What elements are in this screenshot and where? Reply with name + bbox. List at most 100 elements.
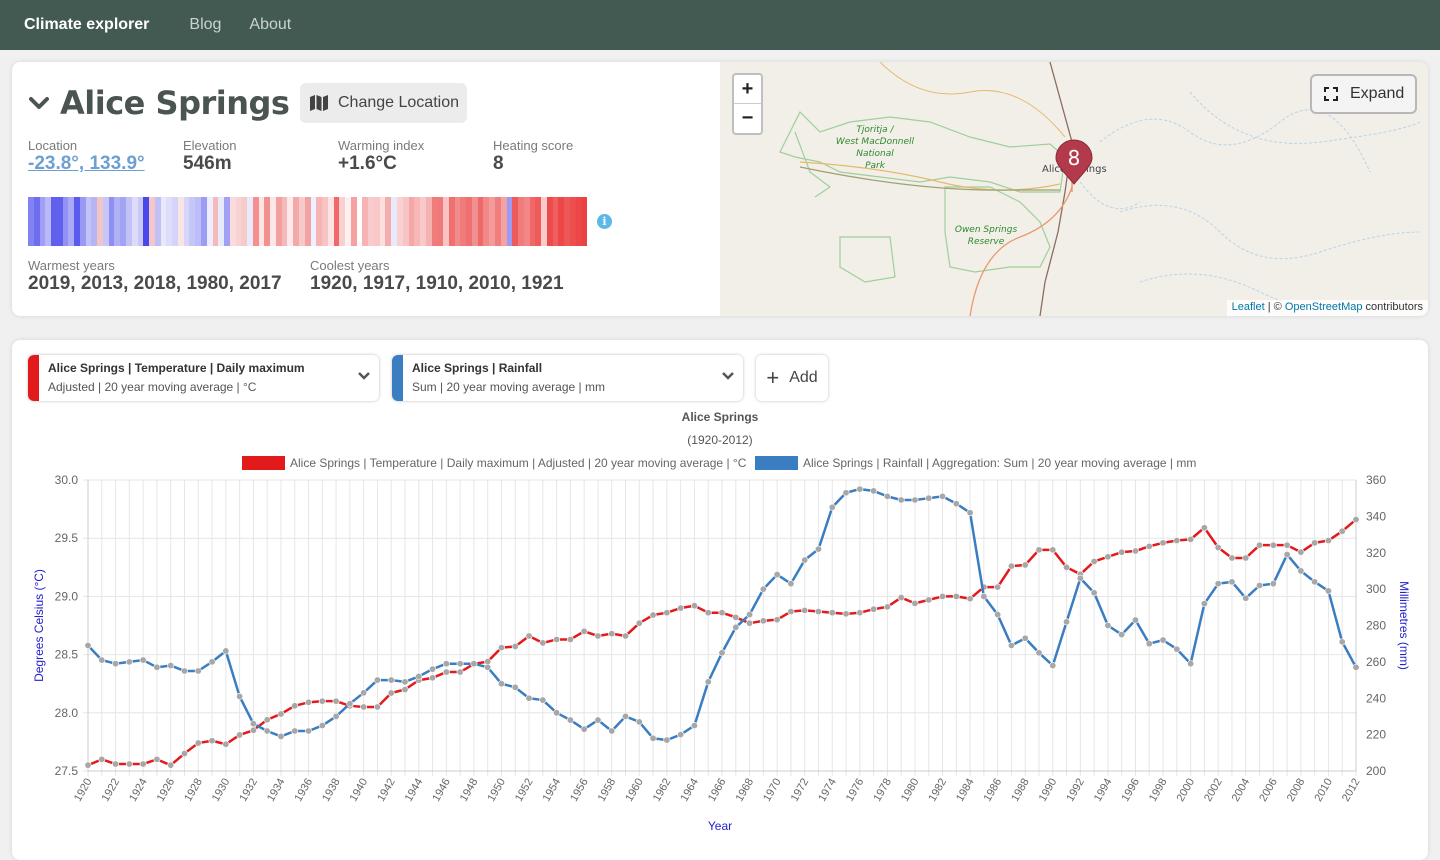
y-left-tick-label: 29.0 — [55, 589, 79, 603]
osm-link[interactable]: OpenStreetMap — [1285, 301, 1363, 313]
data-point-rainfall — [194, 667, 202, 675]
data-point-temperature — [1118, 548, 1126, 556]
nav-link-blog[interactable]: Blog — [189, 16, 221, 34]
data-point-temperature — [883, 603, 891, 611]
chevron-down-icon[interactable] — [28, 92, 50, 114]
data-point-temperature — [1090, 557, 1098, 565]
data-point-rainfall — [167, 662, 175, 670]
data-point-temperature — [608, 630, 616, 638]
y-right-tick-label: 340 — [1366, 509, 1386, 523]
data-point-temperature — [870, 605, 878, 613]
data-point-temperature — [511, 642, 519, 650]
data-point-rainfall — [663, 736, 671, 744]
data-point-temperature — [1338, 527, 1346, 535]
x-tick-label: 1956 — [568, 777, 591, 804]
map-icon — [310, 95, 328, 111]
data-point-rainfall — [305, 727, 313, 735]
y-left-tick-label: 30.0 — [55, 473, 79, 487]
data-point-temperature — [1269, 541, 1277, 549]
coolest-years: Coolest years 1920, 1917, 1910, 2010, 19… — [310, 258, 564, 295]
x-tick-label: 1990 — [1037, 777, 1060, 804]
data-point-rainfall — [1159, 636, 1167, 644]
x-tick-label: 2012 — [1340, 777, 1363, 804]
data-point-temperature — [1283, 541, 1291, 549]
expand-map-button[interactable]: Expand — [1310, 74, 1417, 114]
data-point-rainfall — [415, 672, 423, 680]
data-point-temperature — [622, 632, 630, 640]
warmest-years-value: 2019, 2013, 2018, 1980, 2017 — [28, 273, 282, 294]
x-tick-label: 1952 — [513, 777, 536, 804]
info-icon[interactable]: i — [597, 214, 612, 229]
y-right-tick-label: 200 — [1366, 764, 1386, 778]
data-point-temperature — [856, 609, 864, 617]
data-point-rainfall — [1200, 600, 1208, 608]
data-point-temperature — [263, 716, 271, 724]
data-point-rainfall — [470, 660, 478, 668]
y-right-tick-label: 260 — [1366, 655, 1386, 669]
leaflet-link[interactable]: Leaflet — [1232, 301, 1265, 313]
data-point-temperature — [787, 608, 795, 616]
attr-separator: | © — [1264, 301, 1285, 313]
x-tick-label: 1970 — [761, 777, 784, 804]
data-point-rainfall — [318, 722, 326, 730]
change-location-button[interactable]: Change Location — [300, 83, 467, 123]
data-point-rainfall — [635, 718, 643, 726]
data-point-temperature — [1352, 516, 1360, 524]
data-point-temperature — [1035, 546, 1043, 554]
zoom-out-button[interactable]: − — [734, 104, 761, 133]
x-tick-label: 1932 — [237, 777, 260, 804]
data-point-rainfall — [608, 727, 616, 735]
data-point-rainfall — [801, 556, 809, 564]
data-point-temperature — [828, 609, 836, 617]
data-point-temperature — [966, 595, 974, 603]
data-point-rainfall — [649, 734, 657, 742]
data-point-temperature — [387, 689, 395, 697]
y-right-tick-label: 280 — [1366, 619, 1386, 633]
x-tick-label: 1996 — [1119, 777, 1142, 804]
y-right-tick-label: 360 — [1366, 473, 1386, 487]
x-tick-label: 2004 — [1230, 777, 1253, 804]
data-point-temperature — [759, 617, 767, 625]
data-point-rainfall — [1228, 578, 1236, 586]
x-tick-label: 1930 — [210, 777, 233, 804]
x-tick-label: 1962 — [651, 777, 674, 804]
data-point-rainfall — [222, 647, 230, 655]
data-point-temperature — [194, 739, 202, 747]
brand-link[interactable]: Climate explorer — [24, 16, 149, 34]
location-map[interactable]: Tjoritja / West MacDonnell National Park… — [720, 62, 1428, 316]
data-point-rainfall — [1118, 631, 1126, 639]
change-location-label: Change Location — [338, 94, 459, 111]
data-point-rainfall — [525, 694, 533, 702]
data-point-temperature — [1159, 539, 1167, 547]
data-point-rainfall — [139, 656, 147, 664]
data-point-temperature — [1145, 542, 1153, 550]
data-point-rainfall — [622, 712, 630, 720]
location-coordinates-link[interactable]: -23.8°, 133.9° — [28, 153, 145, 175]
data-point-rainfall — [249, 720, 257, 728]
zoom-in-button[interactable]: + — [734, 75, 761, 104]
x-tick-label: 1954 — [541, 777, 564, 804]
stat-value: 8 — [493, 153, 504, 174]
data-point-temperature — [236, 731, 244, 739]
data-point-temperature — [1173, 537, 1181, 545]
data-point-rainfall — [1021, 634, 1029, 642]
data-point-rainfall — [732, 623, 740, 631]
data-point-temperature — [939, 592, 947, 600]
data-point-temperature — [180, 750, 188, 758]
data-point-rainfall — [291, 727, 299, 735]
data-point-rainfall — [497, 680, 505, 688]
data-point-rainfall — [1269, 580, 1277, 588]
zoom-control: + − — [732, 73, 763, 135]
map-label-park1: Park — [865, 161, 886, 171]
data-point-temperature — [305, 698, 313, 706]
data-point-temperature — [1063, 563, 1071, 571]
warmest-years-label: Warmest years — [28, 258, 115, 273]
map-attribution: Leaflet | © OpenStreetMap contributors — [1226, 300, 1428, 316]
data-point-rainfall — [1352, 663, 1360, 671]
x-tick-label: 1994 — [1092, 777, 1115, 804]
data-point-rainfall — [787, 580, 795, 588]
legend-swatch-rainfall — [755, 456, 798, 470]
data-point-temperature — [1021, 561, 1029, 569]
nav-link-about[interactable]: About — [249, 16, 291, 34]
data-point-rainfall — [346, 700, 354, 708]
